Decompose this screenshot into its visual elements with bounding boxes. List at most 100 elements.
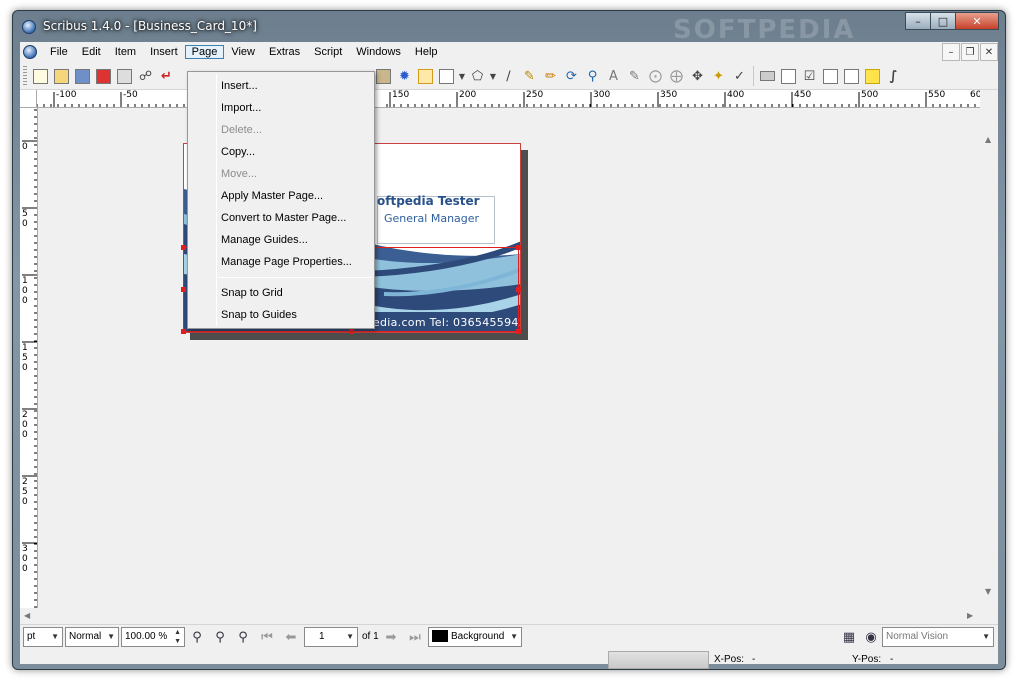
zoom-icon[interactable]: ⚲ bbox=[582, 66, 603, 87]
edit-contents-icon[interactable]: A bbox=[603, 66, 624, 87]
selection-handle[interactable] bbox=[349, 329, 354, 334]
toolbar-grip[interactable] bbox=[23, 66, 27, 86]
menu-script[interactable]: Script bbox=[307, 45, 349, 59]
menu-view[interactable]: View bbox=[224, 45, 262, 59]
pdf-combobox-icon[interactable] bbox=[820, 66, 841, 87]
save-icon[interactable] bbox=[72, 66, 93, 87]
link-frames-icon[interactable]: ⨀ bbox=[645, 66, 666, 87]
menu-page-import[interactable]: Import... bbox=[188, 97, 374, 119]
card-title-text[interactable]: General Manager bbox=[384, 212, 479, 225]
page-select[interactable]: 1 ▼ bbox=[304, 627, 358, 647]
previous-page-icon[interactable]: ⬅ bbox=[282, 628, 300, 646]
menu-page-copy[interactable]: Copy... bbox=[188, 141, 374, 163]
doc-restore-button[interactable]: ❐ bbox=[961, 43, 979, 61]
menu-page-apply-master[interactable]: Apply Master Page... bbox=[188, 185, 374, 207]
measure-icon[interactable]: ✥ bbox=[687, 66, 708, 87]
pdf-checkbox-icon[interactable]: ☑ bbox=[799, 66, 820, 87]
selection-handle[interactable] bbox=[181, 287, 186, 292]
scroll-right-arrow[interactable]: ▶ bbox=[967, 611, 973, 620]
unlink-frames-icon[interactable]: ⨁ bbox=[666, 66, 687, 87]
close-button[interactable]: ✕ bbox=[955, 12, 999, 30]
maximize-button[interactable]: □ bbox=[930, 12, 956, 30]
first-page-icon[interactable]: ⏮ bbox=[258, 628, 276, 646]
menu-page[interactable]: Page bbox=[184, 45, 225, 59]
pdf-link-icon[interactable]: ∫ bbox=[883, 66, 904, 87]
close-document-icon[interactable] bbox=[93, 66, 114, 87]
ruler-origin[interactable] bbox=[20, 90, 37, 108]
unit-select[interactable]: pt ▼ bbox=[23, 627, 63, 647]
eyedropper-icon[interactable]: ✓ bbox=[729, 66, 750, 87]
menu-page-delete[interactable]: Delete... bbox=[188, 119, 374, 141]
view-mode-select[interactable]: Normal ▼ bbox=[65, 627, 119, 647]
scroll-up-arrow[interactable]: ▲ bbox=[985, 135, 991, 144]
pdf-push-button-icon[interactable] bbox=[757, 66, 778, 87]
color-management-icon[interactable]: ▦ bbox=[840, 628, 858, 646]
menu-page-snap-grid[interactable]: Snap to Grid bbox=[188, 282, 374, 304]
vertical-scrollbar[interactable]: ▲ ▼ bbox=[980, 90, 998, 608]
copy-properties-icon[interactable]: ✦ bbox=[708, 66, 729, 87]
menu-edit[interactable]: Edit bbox=[75, 45, 108, 59]
doc-minimize-button[interactable]: – bbox=[942, 43, 960, 61]
doc-close-button[interactable]: ✕ bbox=[980, 43, 998, 61]
zoom-100-icon[interactable]: ⚲ bbox=[211, 628, 229, 646]
zoom-field[interactable]: 100.00 % ▲ ▼ bbox=[121, 627, 185, 647]
title-bar[interactable]: Scribus 1.4.0 - [Business_Card_10*] SOFT… bbox=[13, 11, 1005, 45]
pdf-text-field-icon[interactable] bbox=[778, 66, 799, 87]
edit-text-icon[interactable]: ✎ bbox=[624, 66, 645, 87]
menu-item[interactable]: Item bbox=[108, 45, 143, 59]
export-pdf-icon[interactable]: ↵ bbox=[156, 66, 177, 87]
minimize-button[interactable]: – bbox=[905, 12, 931, 30]
selection-handle[interactable] bbox=[516, 287, 521, 292]
vision-select[interactable]: Normal Vision ▼ bbox=[882, 627, 994, 647]
print-icon[interactable] bbox=[114, 66, 135, 87]
zoom-in-icon[interactable]: ⚲ bbox=[234, 628, 252, 646]
vertical-ruler[interactable]: 0 50 100 150 200 250 300 bbox=[20, 108, 38, 608]
rotate-icon[interactable]: ⟳ bbox=[561, 66, 582, 87]
menu-windows[interactable]: Windows bbox=[349, 45, 408, 59]
menu-page-manage-guides[interactable]: Manage Guides... bbox=[188, 229, 374, 251]
zoom-out-icon[interactable]: ⚲ bbox=[188, 628, 206, 646]
new-document-icon[interactable] bbox=[30, 66, 51, 87]
horizontal-ruler[interactable]: -100 -50 0 150 200 250 300 350 400 450 5… bbox=[37, 90, 980, 108]
card-name-text[interactable]: oftpedia Tester bbox=[377, 194, 480, 208]
menu-page-insert[interactable]: Insert... bbox=[188, 75, 374, 97]
selection-handle[interactable] bbox=[516, 329, 521, 334]
menu-page-move[interactable]: Move... bbox=[188, 163, 374, 185]
pdf-listbox-icon[interactable] bbox=[841, 66, 862, 87]
horizontal-scrollbar[interactable]: ◀ ▶ bbox=[20, 608, 980, 624]
next-page-icon[interactable]: ➡ bbox=[382, 628, 400, 646]
scroll-left-arrow[interactable]: ◀ bbox=[24, 611, 30, 620]
render-frame-icon[interactable]: ✹ bbox=[394, 66, 415, 87]
shape-icon[interactable] bbox=[436, 66, 457, 87]
freehand-icon[interactable]: ✏ bbox=[540, 66, 561, 87]
menu-insert[interactable]: Insert bbox=[143, 45, 185, 59]
selection-handle[interactable] bbox=[181, 329, 186, 334]
document-icon[interactable] bbox=[23, 45, 37, 59]
layer-select[interactable]: Background ▼ bbox=[428, 627, 522, 647]
scribus-app-icon[interactable] bbox=[22, 20, 36, 34]
menu-extras[interactable]: Extras bbox=[262, 45, 307, 59]
eye-icon[interactable]: ◉ bbox=[862, 628, 880, 646]
scroll-down-arrow[interactable]: ▼ bbox=[985, 587, 991, 596]
spin-arrows-icon[interactable]: ▲ ▼ bbox=[174, 628, 181, 646]
menu-file[interactable]: File bbox=[43, 45, 75, 59]
document-canvas[interactable]: oftpedia Tester General Manager www.soft… bbox=[38, 108, 980, 608]
table-icon[interactable] bbox=[415, 66, 436, 87]
preflight-icon[interactable]: ☍ bbox=[135, 66, 156, 87]
bezier-icon[interactable]: ✎ bbox=[519, 66, 540, 87]
selection-handle[interactable] bbox=[181, 245, 186, 250]
xpos-value: - bbox=[752, 654, 756, 665]
image-frame-icon[interactable] bbox=[373, 66, 394, 87]
pdf-annotation-icon[interactable] bbox=[862, 66, 883, 87]
polygon-icon[interactable]: ⬠ bbox=[467, 66, 488, 87]
menu-help[interactable]: Help bbox=[408, 45, 445, 59]
last-page-icon[interactable]: ⏭ bbox=[406, 628, 424, 646]
menu-page-convert-master[interactable]: Convert to Master Page... bbox=[188, 207, 374, 229]
menu-page-snap-guides[interactable]: Snap to Guides bbox=[188, 304, 374, 326]
polygon-dropdown-icon[interactable]: ▼ bbox=[488, 66, 498, 87]
open-icon[interactable] bbox=[51, 66, 72, 87]
line-icon[interactable]: ∕ bbox=[498, 66, 519, 87]
menu-page-properties[interactable]: Manage Page Properties... bbox=[188, 251, 374, 273]
selection-handle[interactable] bbox=[516, 245, 521, 250]
shape-dropdown-icon[interactable]: ▼ bbox=[457, 66, 467, 87]
